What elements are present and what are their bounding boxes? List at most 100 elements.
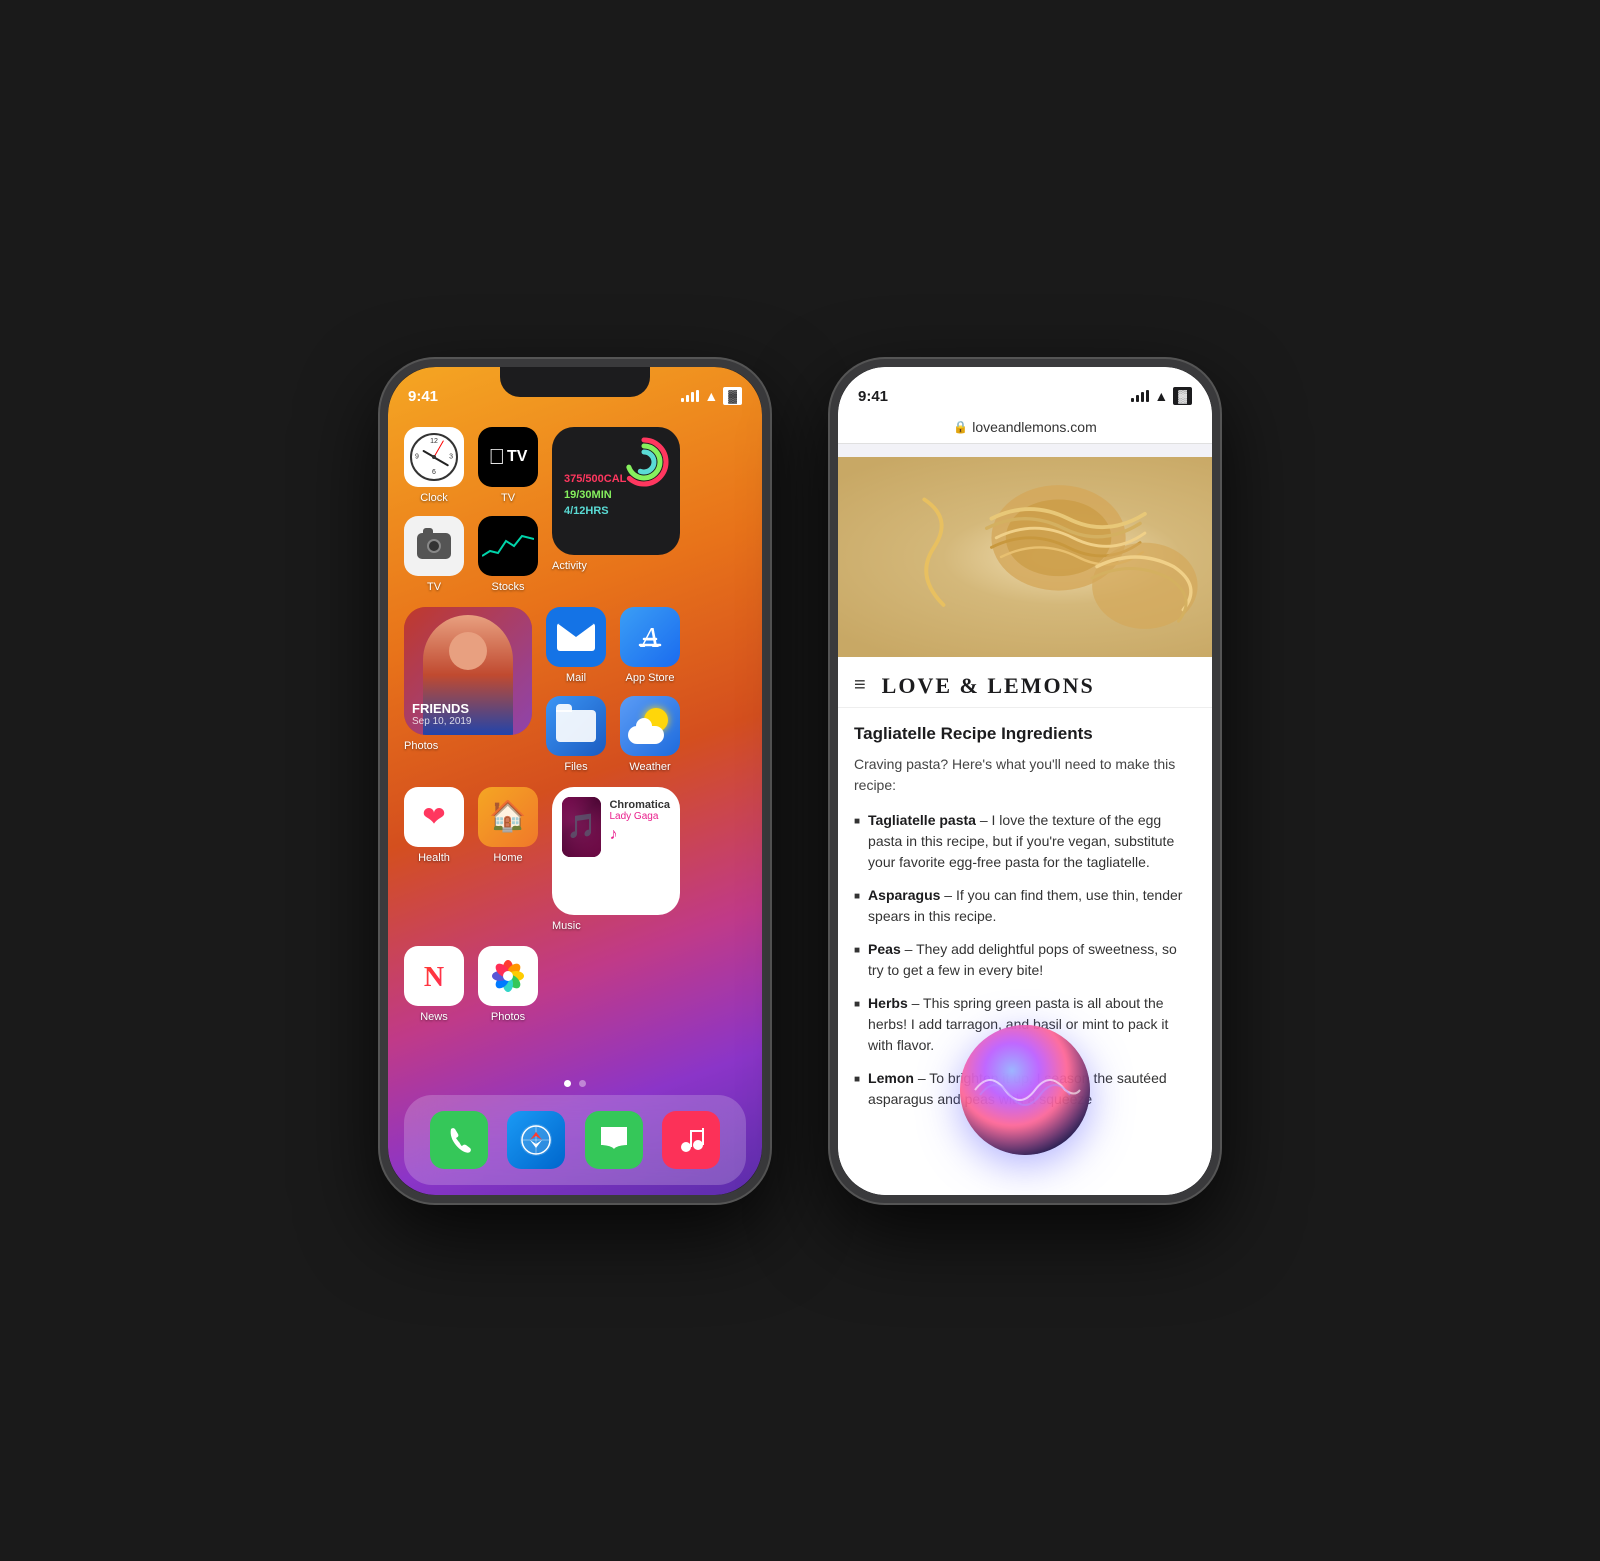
photos-widget[interactable]: FRIENDS Sep 10, 2019 (404, 607, 532, 735)
hamburger-menu-icon[interactable]: ≡ (854, 674, 866, 697)
camera-body (417, 533, 451, 559)
small-apps-col1: 12 6 3 9 Clock (404, 427, 464, 593)
folder-icon (556, 710, 596, 742)
safari-battery-icon: ▓ (1173, 387, 1192, 405)
bullet-icon-2: ■ (854, 889, 860, 904)
bullet-icon-3: ■ (854, 943, 860, 958)
ingredient-text-2: Asparagus – If you can find them, use th… (868, 885, 1196, 927)
files-icon[interactable] (546, 696, 606, 756)
safari-status-icons: ▲ ▓ (1131, 387, 1192, 405)
home-icon[interactable]: 🏠 (478, 787, 538, 847)
tv-icon[interactable]:  TV (478, 427, 538, 487)
messages-icon-svg (597, 1123, 631, 1157)
ingredient-desc-3: – They add delightful pops of sweetness,… (868, 941, 1177, 978)
home-app[interactable]: 🏠 Home (478, 787, 538, 864)
safari-dock-icon[interactable] (507, 1111, 565, 1169)
health-icon[interactable]: ❤ (404, 787, 464, 847)
clock-face: 12 6 3 9 (410, 433, 458, 481)
news-app[interactable]: N News (404, 946, 464, 1023)
music-dock-icon[interactable] (662, 1111, 720, 1169)
music-widget[interactable]: 🎵 Chromatica Lady Gaga ♪ (552, 787, 680, 915)
phone-dock-icon[interactable] (430, 1111, 488, 1169)
weather-app[interactable]: Weather (620, 696, 680, 773)
camera-label: TV (427, 581, 441, 593)
bullet-icon-4: ■ (854, 997, 860, 1012)
app-row-1: 12 6 3 9 Clock (404, 427, 746, 593)
ingredient-name-3: Peas (868, 941, 901, 957)
activity-widget-app[interactable]: 375/500CAL 19/30MIN 4/12HRS Activity (552, 427, 680, 572)
files-app[interactable]: Files (546, 696, 606, 773)
tv-app[interactable]:  TV TV (478, 427, 538, 504)
music-track: Chromatica (609, 799, 670, 811)
bullet-icon-5: ■ (854, 1072, 860, 1087)
files-label: Files (564, 761, 587, 773)
ingredient-name-2: Asparagus (868, 887, 940, 903)
notch-2 (950, 367, 1100, 397)
siri-overlay[interactable] (960, 1025, 1090, 1155)
music-info: Chromatica Lady Gaga ♪ (609, 797, 670, 844)
site-logo: LOVE & LEMONS (882, 673, 1095, 699)
recipe-intro: Craving pasta? Here's what you'll need t… (854, 754, 1196, 796)
mail-app[interactable]: Mail (546, 607, 606, 684)
url-display[interactable]: loveandlemons.com (972, 419, 1097, 435)
siri-wave-svg (960, 1025, 1090, 1155)
svg-text:N: N (424, 962, 444, 993)
photos-icon[interactable] (478, 946, 538, 1006)
camera-lens (427, 539, 441, 553)
status-time: 9:41 (408, 388, 438, 405)
mail-label: Mail (566, 672, 586, 684)
stocks-icon[interactable] (478, 516, 538, 576)
mail-icon[interactable] (546, 607, 606, 667)
tv-text: TV (507, 448, 527, 466)
sig-bar-2 (1136, 395, 1139, 402)
appstore-icon[interactable]: A (620, 607, 680, 667)
page-dot-2 (579, 1080, 586, 1087)
ingredient-asparagus: ■ Asparagus – If you can find them, use … (854, 885, 1196, 927)
music-icon-svg (676, 1125, 706, 1155)
page-indicator (388, 1080, 762, 1087)
music-artist: Lady Gaga (609, 811, 670, 822)
news-icon[interactable]: N (404, 946, 464, 1006)
stocks-label: Stocks (491, 581, 524, 593)
address-bar[interactable]: 🔒 loveandlemons.com (838, 411, 1212, 444)
appstore-a-icon: A (632, 619, 668, 655)
sig-bar-4 (1146, 390, 1149, 402)
chromatica-art: 🎵 (562, 797, 601, 857)
sig-bar-3 (1141, 392, 1144, 402)
appstore-app[interactable]: A App Store (620, 607, 680, 684)
news-label: News (420, 1011, 448, 1023)
recipe-title: Tagliatelle Recipe Ingredients (854, 724, 1196, 744)
music-widget-app[interactable]: 🎵 Chromatica Lady Gaga ♪ Music (552, 787, 680, 932)
stocks-app[interactable]: Stocks (478, 516, 538, 593)
wifi-icon: ▲ (704, 388, 718, 404)
house-icon: 🏠 (489, 799, 526, 834)
clock-app[interactable]: 12 6 3 9 Clock (404, 427, 464, 504)
notch (500, 367, 650, 397)
photos-widget-app[interactable]: FRIENDS Sep 10, 2019 Photos (404, 607, 532, 752)
clock-label: Clock (420, 492, 448, 504)
news-n-icon: N (414, 956, 454, 996)
app-row-2: FRIENDS Sep 10, 2019 Photos (404, 607, 746, 773)
activity-stand-stat: 4/12HRS (564, 505, 668, 517)
safari-icon-svg (518, 1122, 554, 1158)
health-app[interactable]: ❤ Health (404, 787, 464, 864)
mail-flap (557, 623, 595, 651)
person-head (449, 632, 487, 670)
camera-icon[interactable] (404, 516, 464, 576)
ingredient-peas: ■ Peas – They add delightful pops of swe… (854, 939, 1196, 981)
signal-bar-3 (691, 392, 694, 402)
camera-app[interactable]: TV (404, 516, 464, 593)
phone-2-iphone: 9:41 ▲ ▓ 🔒 loveandlemons.com (830, 359, 1220, 1203)
clock-icon[interactable]: 12 6 3 9 (404, 427, 464, 487)
ingredient-name-1: Tagliatelle pasta (868, 812, 976, 828)
signal-bar-4 (696, 390, 699, 402)
weather-icon[interactable] (620, 696, 680, 756)
phone-1-iphone: 9:41 ▲ ▓ (380, 359, 770, 1203)
messages-dock-icon[interactable] (585, 1111, 643, 1169)
photos-app[interactable]: Photos (478, 946, 538, 1023)
photos-widget-label: Photos (404, 740, 438, 752)
appstore-label: App Store (626, 672, 675, 684)
battery-icon: ▓ (723, 387, 742, 405)
activity-widget[interactable]: 375/500CAL 19/30MIN 4/12HRS (552, 427, 680, 555)
app-dock (404, 1095, 746, 1185)
